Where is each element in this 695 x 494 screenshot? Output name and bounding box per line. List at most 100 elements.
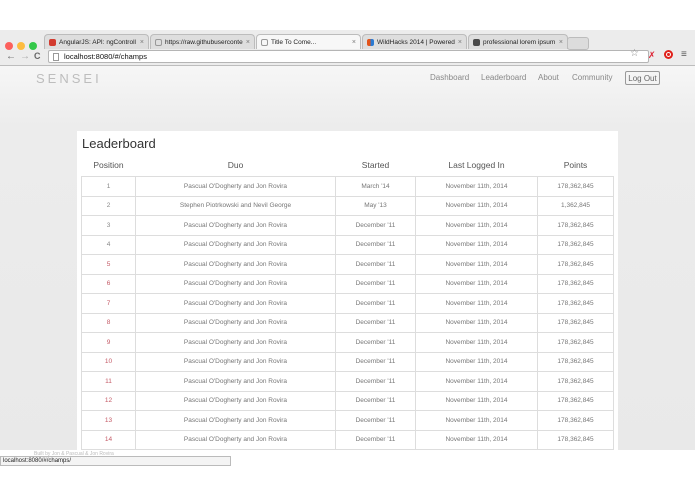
cell-duo: Pascual O'Dogherty and Jon Rovira [135,293,336,314]
opera-extension-icon[interactable] [664,50,673,59]
table-row[interactable]: 10 Pascual O'Dogherty and Jon Rovira Decem… [81,351,614,372]
cell-last-logged-in: November 11th, 2014 [415,429,538,450]
nav-link-leaderboard[interactable]: Leaderboard [481,73,526,82]
table-row[interactable]: 14 Pascual O'Dogherty and Jon Rovira Decem… [81,429,614,450]
leaderboard-table: Position Duo Started Last Logged In Poin… [81,153,614,450]
browser-tab-lorem[interactable]: professional lorem ipsum × [468,34,568,49]
table-row[interactable]: 13 Pascual O'Dogherty and Jon Rovira Decem… [81,410,614,431]
tab-close-icon[interactable]: × [246,35,250,49]
table-row[interactable]: 11 Pascual O'Dogherty and Jon Rovira Decem… [81,371,614,392]
brand-logo[interactable]: SENSEI [36,71,102,86]
cell-started: December '11 [335,429,416,450]
table-row[interactable]: 2 Stephen Piotrkowski and Nevil George May… [81,195,614,216]
table-header-row: Position Duo Started Last Logged In Poin… [81,153,614,177]
browser-tab-angularjs[interactable]: AngularJS: API: ngControll × [44,34,149,49]
browser-chrome: AngularJS: API: ngControll × https://raw… [0,30,695,66]
cell-last-logged-in: November 11th, 2014 [415,390,538,411]
url-input[interactable]: localhost:8080/#/champs [48,50,649,63]
leaderboard-card: Leaderboard Position Duo Started Last Lo… [77,131,618,450]
table-row[interactable]: 4 Pascual O'Dogherty and Jon Rovira Decemb… [81,234,614,255]
cell-last-logged-in: November 11th, 2014 [415,195,538,216]
screen-top-margin [0,0,695,30]
cell-started: December '11 [335,410,416,431]
page-favicon-icon [155,39,162,46]
cell-points: 178,362,845 [537,176,614,197]
table-row[interactable]: 12 Pascual O'Dogherty and Jon Rovira Decem… [81,390,614,411]
extension-icon[interactable]: ✗ [648,50,656,61]
tab-close-icon[interactable]: × [352,35,356,49]
hamburger-menu-icon[interactable]: ≡ [681,49,687,60]
tab-title: WildHacks 2014 | Powered [377,39,455,46]
reload-icon[interactable]: C [34,49,41,64]
cell-last-logged-in: November 11th, 2014 [415,215,538,236]
browser-tab-github-raw[interactable]: https://raw.githubuserconte × [150,34,255,49]
table-row[interactable]: 9 Pascual O'Dogherty and Jon Rovira Decemb… [81,332,614,353]
table-row[interactable]: 6 Pascual O'Dogherty and Jon Rovira Decemb… [81,273,614,294]
cell-duo: Pascual O'Dogherty and Jon Rovira [135,390,336,411]
leaderboard-body: 1 Pascual O'Dogherty and Jon Rovira March … [81,176,614,450]
cell-position: 9 [81,332,136,353]
bookmark-star-icon[interactable]: ☆ [630,48,639,59]
cell-points: 178,362,845 [537,351,614,372]
cell-last-logged-in: November 11th, 2014 [415,176,538,197]
cell-points: 178,362,845 [537,234,614,255]
table-row[interactable]: 5 Pascual O'Dogherty and Jon Rovira Decemb… [81,254,614,275]
column-header-last-logged-in[interactable]: Last Logged In [415,153,538,177]
column-header-points[interactable]: Points [537,153,614,177]
tab-title: AngularJS: API: ngControll [59,39,136,46]
cell-started: March '14 [335,176,416,197]
cell-started: December '11 [335,254,416,275]
lorem-favicon-icon [473,39,480,46]
table-row[interactable]: 7 Pascual O'Dogherty and Jon Rovira Decemb… [81,293,614,314]
cell-started: May '13 [335,195,416,216]
cell-started: December '11 [335,351,416,372]
cell-points: 178,362,845 [537,429,614,450]
nav-link-community[interactable]: Community [572,73,612,82]
cell-points: 178,362,845 [537,215,614,236]
cell-position: 5 [81,254,136,275]
column-header-started[interactable]: Started [335,153,416,177]
screen-bottom-margin [0,466,695,494]
cell-started: December '11 [335,293,416,314]
cell-points: 178,362,845 [537,371,614,392]
tab-close-icon[interactable]: × [458,35,462,49]
cell-position: 11 [81,371,136,392]
tab-title: professional lorem ipsum [483,39,556,46]
cell-last-logged-in: November 11th, 2014 [415,293,538,314]
column-header-position[interactable]: Position [81,153,136,177]
browser-tab-wildhacks[interactable]: WildHacks 2014 | Powered × [362,34,467,49]
table-row[interactable]: 8 Pascual O'Dogherty and Jon Rovira Decemb… [81,312,614,333]
page-title: Leaderboard [82,136,156,151]
logout-button[interactable]: Log Out [625,71,660,85]
forward-arrow-icon[interactable]: → [20,49,30,64]
cell-last-logged-in: November 11th, 2014 [415,312,538,333]
cell-started: December '11 [335,215,416,236]
cell-duo: Pascual O'Dogherty and Jon Rovira [135,351,336,372]
cell-position: 7 [81,293,136,314]
cell-started: December '11 [335,312,416,333]
tab-title: https://raw.githubuserconte [165,39,243,46]
angular-favicon-icon [49,39,56,46]
back-arrow-icon[interactable]: ← [6,49,16,64]
cell-points: 178,362,845 [537,312,614,333]
table-row[interactable]: 1 Pascual O'Dogherty and Jon Rovira March … [81,176,614,197]
tab-close-icon[interactable]: × [140,35,144,49]
cell-last-logged-in: November 11th, 2014 [415,254,538,275]
cell-duo: Pascual O'Dogherty and Jon Rovira [135,429,336,450]
cell-last-logged-in: November 11th, 2014 [415,234,538,255]
wildhacks-favicon-icon [367,39,374,46]
table-row[interactable]: 3 Pascual O'Dogherty and Jon Rovira Decemb… [81,215,614,236]
cell-duo: Pascual O'Dogherty and Jon Rovira [135,254,336,275]
page-favicon-icon [261,39,268,46]
browser-tab-active[interactable]: Title To Come... × [256,34,361,49]
cell-position: 4 [81,234,136,255]
cell-position: 6 [81,273,136,294]
tab-title: Title To Come... [271,39,317,46]
column-header-duo[interactable]: Duo [135,153,336,177]
tab-close-icon[interactable]: × [559,35,563,49]
nav-link-dashboard[interactable]: Dashboard [430,73,469,82]
cell-started: December '11 [335,332,416,353]
cell-last-logged-in: November 11th, 2014 [415,410,538,431]
cell-last-logged-in: November 11th, 2014 [415,273,538,294]
nav-link-about[interactable]: About [538,73,559,82]
